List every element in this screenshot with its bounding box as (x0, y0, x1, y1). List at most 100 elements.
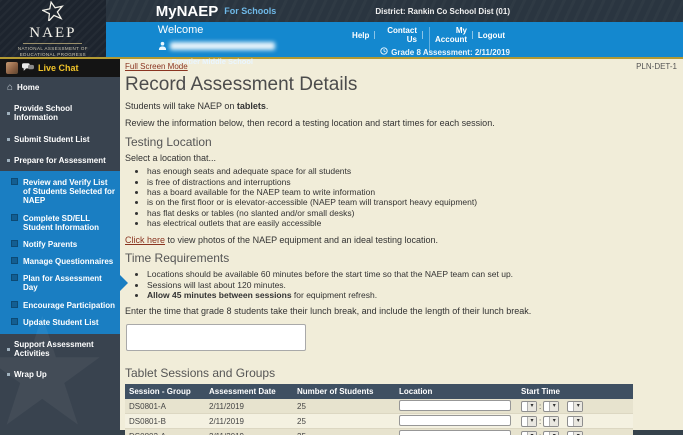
session-cell: DS0802-A (125, 429, 205, 435)
am-pm-select[interactable]: ▾ (567, 416, 583, 427)
testing-location-list: has enough seats and adequate space for … (147, 166, 677, 228)
chevron-down-icon: ▾ (527, 402, 536, 411)
live-chat-avatar (6, 62, 18, 74)
sidebar-item-plan-for-assessment-day[interactable]: Plan for Assessment Day (0, 270, 120, 296)
chevron-down-icon: ▾ (549, 417, 558, 426)
district-label: District: Rankin Co School Dist (01) (375, 7, 683, 16)
my-account-link[interactable]: My Account (423, 26, 472, 44)
testing-location-heading: Testing Location (125, 135, 677, 149)
status-checkbox-icon (11, 240, 18, 247)
user-name-redacted (170, 42, 275, 50)
bullet-icon (7, 348, 10, 351)
sidebar-item-wrap-up[interactable]: Wrap Up (0, 364, 120, 385)
selected-item-arrow-icon (120, 275, 128, 291)
sidebar-item-manage-questionnaires[interactable]: Manage Questionnaires (0, 253, 120, 270)
time-requirements-list: Locations should be available 60 minutes… (147, 269, 677, 300)
sidebar-item-submit-student-list[interactable]: Submit Student List (0, 129, 120, 150)
sidebar-item-complete-sdell-info[interactable]: Complete SD/ELL Student Information (0, 210, 120, 236)
home-icon: ⌂ (7, 84, 13, 92)
naep-logo: NAEP National Assessment of Educational … (0, 0, 106, 57)
full-screen-mode-link[interactable]: Full Screen Mode (125, 62, 188, 71)
sidebar-item-notify-parents[interactable]: Notify Parents (0, 236, 120, 253)
table-row: DS0801-A 2/11/2019 25 ▾ : ▾ ▾ (125, 399, 633, 414)
intro-text-2: Review the information below, then recor… (125, 118, 677, 129)
col-number-of-students: Number of Students (293, 384, 395, 399)
date-cell: 2/11/2019 (205, 414, 293, 429)
am-pm-select[interactable]: ▾ (567, 401, 583, 412)
welcome-bar: Welcome Frontier Middle School Help Cont… (106, 22, 683, 57)
testing-location-lead: Select a location that... (125, 153, 677, 164)
list-item: has electrical outlets that are easily a… (147, 218, 677, 228)
col-session-group: Session - Group (125, 384, 205, 399)
intro-text: Students will take NAEP on tablets. (125, 101, 677, 112)
location-input[interactable] (399, 400, 511, 411)
live-chat-label: Live Chat (38, 63, 79, 73)
location-input[interactable] (399, 430, 511, 435)
sidebar-item-provide-school-information[interactable]: Provide School Information (0, 98, 120, 128)
time-requirements-heading: Time Requirements (125, 251, 677, 265)
sidebar-item-encourage-participation[interactable]: Encourage Participation (0, 297, 120, 314)
sessions-table: Session - Group Assessment Date Number o… (125, 384, 633, 435)
page-title: Record Assessment Details (125, 74, 677, 96)
students-cell: 25 (293, 399, 395, 414)
location-input[interactable] (399, 415, 511, 426)
status-checkbox-icon (11, 274, 18, 281)
table-row: DS0802-A 2/11/2019 25 ▾ : ▾ ▾ (125, 429, 633, 435)
status-checkbox-icon (11, 318, 18, 325)
clock-icon (380, 47, 388, 57)
photos-line: Click here to view photos of the NAEP eq… (125, 235, 677, 246)
status-checkbox-icon (11, 214, 18, 221)
start-minute-select[interactable]: ▾ (543, 431, 559, 435)
brand-title: MyNAEP (156, 3, 219, 20)
start-hour-select[interactable]: ▾ (521, 431, 537, 435)
prepare-subnav: Review and Verify List of Students Selec… (0, 171, 120, 334)
students-cell: 25 (293, 429, 395, 435)
list-item: has a board available for the NAEP team … (147, 187, 677, 197)
sidebar-item-support-assessment-activities[interactable]: Support Assessment Activities (0, 334, 120, 364)
list-item: Sessions will last about 120 minutes. (147, 280, 677, 290)
click-here-link[interactable]: Click here (125, 235, 165, 245)
students-cell: 25 (293, 414, 395, 429)
chevron-down-icon: ▾ (573, 417, 582, 426)
list-item: has enough seats and adequate space for … (147, 166, 677, 176)
list-item: Allow 45 minutes between sessions for eq… (147, 290, 677, 300)
sidebar: Live Chat ⌂ Home Provide School Informat… (0, 59, 120, 430)
status-checkbox-icon (11, 257, 18, 264)
status-checkbox-icon (11, 178, 18, 185)
lunch-prompt: Enter the time that grade 8 students tak… (125, 306, 677, 317)
start-hour-select[interactable]: ▾ (521, 416, 537, 427)
chevron-down-icon: ▾ (549, 402, 558, 411)
contact-us-link[interactable]: Contact Us (375, 26, 422, 44)
table-row: DS0801-B 2/11/2019 25 ▾ : ▾ ▾ (125, 414, 633, 429)
start-minute-select[interactable]: ▾ (543, 416, 559, 427)
table-header-row: Session - Group Assessment Date Number o… (125, 384, 633, 399)
logout-link[interactable]: Logout (473, 31, 510, 40)
list-item: has flat desks or tables (no slanted and… (147, 208, 677, 218)
lunch-break-textarea[interactable] (126, 324, 306, 351)
top-bar: MyNAEP For Schools District: Rankin Co S… (106, 0, 683, 22)
sidebar-item-update-student-list[interactable]: Update Student List (0, 314, 120, 331)
bullet-icon (7, 138, 10, 141)
start-minute-select[interactable]: ▾ (543, 401, 559, 412)
chat-bubbles-icon (22, 59, 34, 77)
welcome-label: Welcome (158, 24, 347, 36)
sidebar-item-prepare-for-assessment[interactable]: Prepare for Assessment (0, 150, 120, 171)
bullet-icon (7, 373, 10, 376)
page-code: PLN-DET-1 (636, 62, 677, 71)
person-icon (158, 37, 167, 55)
am-pm-select[interactable]: ▾ (567, 431, 583, 435)
mynaep-window: NAEP National Assessment of Educational … (0, 0, 683, 435)
main-content: Full Screen Mode PLN-DET-1 Record Assess… (120, 59, 683, 430)
help-link[interactable]: Help (347, 31, 374, 40)
tablet-sessions-heading: Tablet Sessions and Groups (125, 366, 677, 380)
chevron-down-icon: ▾ (573, 402, 582, 411)
col-start-time: Start Time (517, 384, 633, 399)
bullet-icon (7, 112, 10, 115)
sidebar-item-home[interactable]: ⌂ Home (0, 77, 120, 98)
sidebar-item-review-verify-list[interactable]: Review and Verify List of Students Selec… (0, 174, 120, 210)
bullet-icon (7, 159, 10, 162)
list-item: is on the first floor or is elevator-acc… (147, 197, 677, 207)
col-location: Location (395, 384, 517, 399)
start-hour-select[interactable]: ▾ (521, 401, 537, 412)
live-chat-button[interactable]: Live Chat (0, 59, 120, 77)
